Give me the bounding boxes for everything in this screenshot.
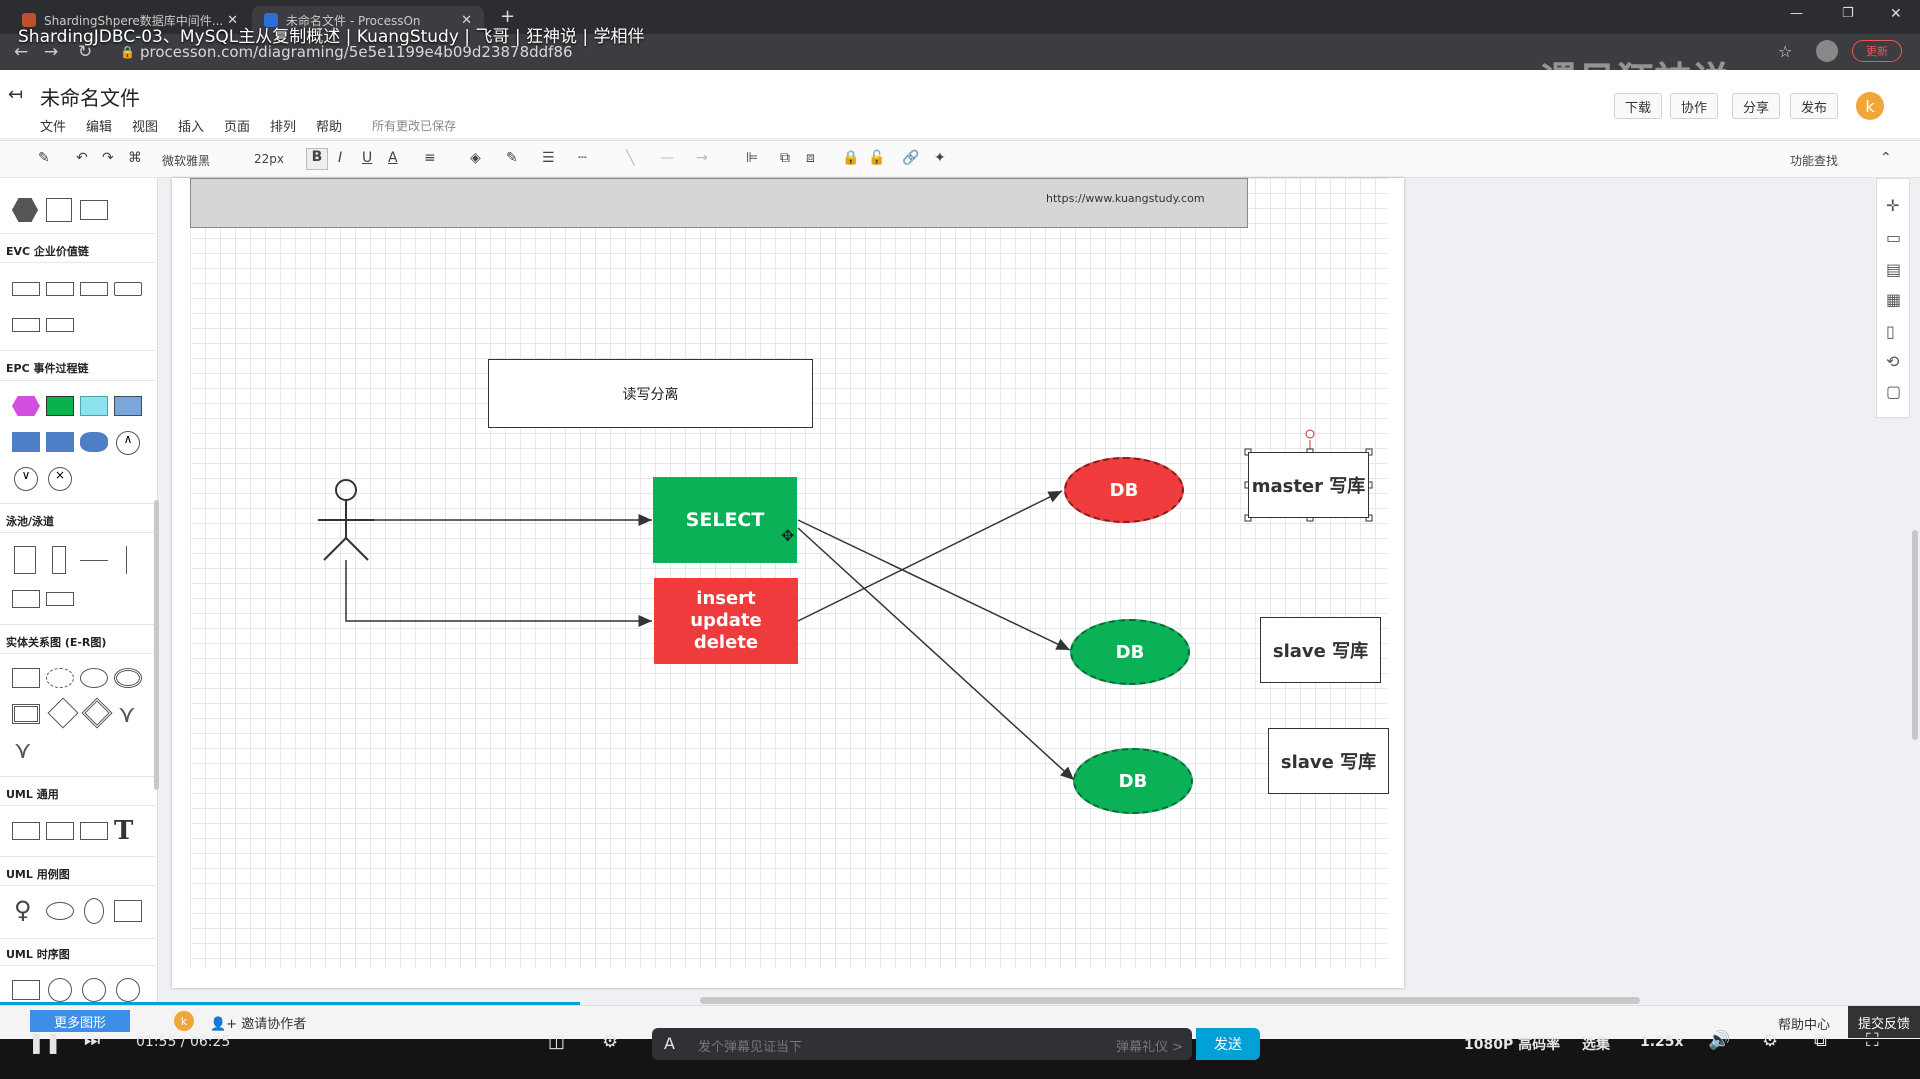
history-icon[interactable]: ⟲ (1886, 352, 1899, 371)
move-cursor-icon: ✥ (781, 526, 795, 545)
select-shape[interactable]: SELECT (653, 477, 797, 563)
pip-icon[interactable]: ⧉ (1814, 1030, 1827, 1051)
slave-db-1-shape[interactable]: DB (1070, 619, 1190, 685)
title-box-shape[interactable]: 读写分离 (488, 359, 813, 428)
send-danmaku-button[interactable]: 发送 (1196, 1028, 1260, 1060)
slave-label-2-shape[interactable]: slave 写库 (1268, 728, 1389, 794)
speed-select[interactable]: 1.25x (1640, 1034, 1684, 1050)
invite-collaborator-button[interactable]: 👤+ 邀请协作者 (210, 1013, 306, 1032)
write-to-master-arrow[interactable] (797, 490, 1063, 622)
feedback-button[interactable]: 提交反馈 (1848, 1006, 1920, 1038)
invite-icon: 👤+ (210, 1017, 242, 1032)
danmaku-etiquette-link[interactable]: 弹幕礼仪 > (1116, 1036, 1183, 1055)
slave-label-1-shape[interactable]: slave 写库 (1260, 617, 1381, 683)
style-icon[interactable]: ▭ (1886, 228, 1901, 247)
canvas-horizontal-scrollbar[interactable] (700, 997, 1640, 1004)
master-db-shape[interactable]: DB (1064, 457, 1184, 523)
volume-icon[interactable]: 🔊 (1708, 1030, 1730, 1051)
master-label-shape[interactable]: master 写库 (1248, 452, 1369, 518)
episodes-button[interactable]: 选集 (1582, 1034, 1610, 1054)
more-shapes-button[interactable]: 更多图形 (30, 1010, 130, 1032)
collaborator-avatar[interactable]: k (174, 1011, 194, 1031)
danmaku-toggle-icon[interactable]: ◫ (548, 1031, 565, 1052)
quality-select[interactable]: 1080P 高码率 (1464, 1034, 1560, 1054)
document-icon[interactable]: ▯ (1886, 322, 1895, 341)
settings-gear-icon[interactable]: ⚙ (1762, 1030, 1778, 1051)
danmaku-placeholder: 发个弹幕见证当下 (698, 1040, 803, 1055)
select-to-slave1-arrow[interactable] (797, 519, 1071, 651)
video-time: 01:55 / 06:25 (136, 1034, 231, 1050)
data-icon[interactable]: ▦ (1886, 290, 1901, 309)
canvas-vertical-scrollbar[interactable] (1912, 530, 1918, 740)
actor-to-write-arrow[interactable] (345, 560, 652, 627)
invite-label: 邀请协作者 (241, 1017, 307, 1032)
pause-icon[interactable]: ❚❚ (28, 1030, 62, 1054)
connector-layer (318, 429, 1373, 781)
write-op-delete: delete (693, 632, 759, 653)
next-icon[interactable]: ⏭ (84, 1030, 100, 1051)
write-ops-shape[interactable]: insert update delete (654, 578, 798, 664)
fullscreen-icon[interactable]: ⛶ (1866, 1030, 1879, 1051)
slave-db-2-shape[interactable]: DB (1073, 748, 1193, 814)
write-op-insert: insert (696, 588, 756, 609)
write-op-update: update (690, 610, 762, 631)
page-icon[interactable]: ▤ (1886, 260, 1901, 279)
danmaku-style-icon[interactable]: A (664, 1034, 675, 1053)
comment-icon[interactable]: ▢ (1886, 382, 1901, 401)
navigator-icon[interactable]: ✛ (1886, 196, 1899, 215)
danmaku-settings-icon[interactable]: ⚙ (602, 1031, 618, 1052)
select-to-slave2-arrow[interactable] (797, 527, 1075, 781)
actor-figure[interactable] (318, 479, 374, 561)
